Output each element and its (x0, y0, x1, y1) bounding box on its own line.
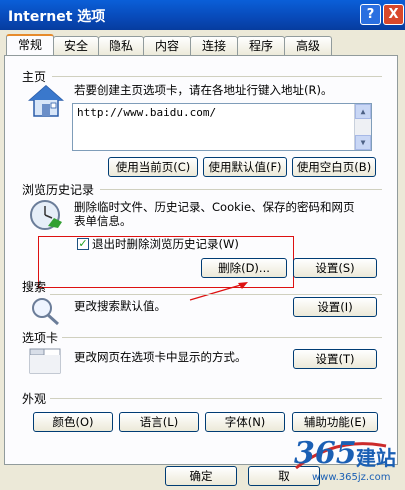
use-blank-button[interactable]: 使用空白页(B) (292, 157, 376, 177)
use-default-button[interactable]: 使用默认值(F) (203, 157, 287, 177)
home-description: 若要创建主页选项卡，请在各地址行键入地址(R)。 (74, 83, 333, 97)
use-current-button[interactable]: 使用当前页(C) (108, 157, 198, 177)
history-section-label: 浏览历史记录 (22, 183, 95, 197)
tabs-section-label: 选项卡 (22, 331, 59, 345)
house-icon (28, 85, 64, 117)
fonts-button[interactable]: 字体(N) (205, 412, 285, 432)
search-settings-button[interactable]: 设置(I) (293, 297, 377, 317)
search-description: 更改搜索默认值。 (74, 299, 166, 313)
history-description-line1: 删除临时文件、历史记录、Cookie、保存的密码和网页 (74, 200, 355, 214)
appearance-divider (50, 398, 382, 399)
tab-security[interactable]: 安全 (53, 36, 99, 56)
languages-button[interactable]: 语言(L) (119, 412, 199, 432)
scroll-down-arrow-icon[interactable]: ▼ (355, 135, 371, 150)
watermark-brand: 365 (294, 436, 357, 471)
history-clock-icon (30, 200, 62, 230)
history-description-line2: 表单信息。 (74, 214, 132, 228)
annotation-arrow-icon (189, 282, 248, 301)
delete-on-exit-label[interactable]: 退出时删除浏览历史记录(W) (92, 237, 239, 252)
search-divider (50, 294, 382, 295)
tabbed-window-icon (29, 348, 61, 374)
watermark: 365 建站 www.365jz.com (286, 428, 404, 486)
colors-button[interactable]: 颜色(O) (33, 412, 113, 432)
history-settings-button[interactable]: 设置(S) (293, 258, 377, 278)
title-bar: Internet 选项 ? X (0, 0, 405, 30)
search-section-label: 搜索 (22, 280, 47, 294)
tab-connections[interactable]: 连接 (190, 36, 238, 56)
home-url-scrollbar[interactable]: ▲ ▼ (354, 104, 371, 150)
magnifier-icon (32, 298, 60, 326)
watermark-suffix: 建站 (356, 446, 396, 470)
delete-history-button[interactable]: 删除(D)... (201, 258, 287, 278)
tab-advanced[interactable]: 高级 (284, 36, 332, 56)
ok-button[interactable]: 确定 (165, 466, 237, 486)
tabs-divider (62, 337, 382, 338)
tab-privacy[interactable]: 隐私 (98, 36, 144, 56)
home-url-text: http://www.baidu.com/ (77, 106, 217, 119)
appearance-section-label: 外观 (22, 392, 47, 406)
home-section-label: 主页 (22, 70, 47, 84)
home-divider (52, 76, 382, 77)
watermark-url: www.365jz.com (312, 472, 391, 483)
tabs-description: 更改网页在选项卡中显示的方式。 (74, 350, 247, 364)
history-divider (100, 189, 382, 190)
tabs-settings-button[interactable]: 设置(T) (293, 349, 377, 369)
close-button[interactable]: X (383, 4, 404, 25)
window-title: Internet 选项 (8, 9, 106, 25)
delete-on-exit-checkbox[interactable]: ✓ (77, 238, 89, 250)
help-button[interactable]: ? (360, 4, 381, 25)
home-url-textarea[interactable]: http://www.baidu.com/ ▲ ▼ (72, 103, 372, 151)
scroll-up-arrow-icon[interactable]: ▲ (355, 104, 371, 119)
tab-programs[interactable]: 程序 (237, 36, 285, 56)
tab-content[interactable]: 内容 (143, 36, 191, 56)
